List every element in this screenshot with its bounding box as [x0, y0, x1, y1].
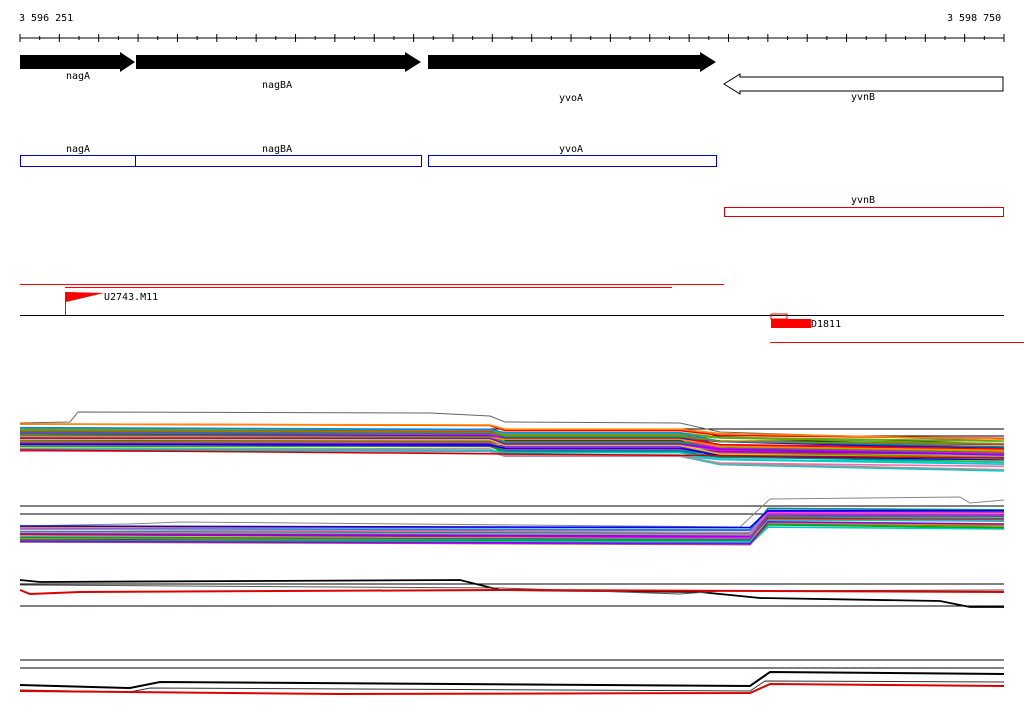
terminator-block[interactable]: [770, 313, 811, 328]
expression-profile-panel-4: [19, 659, 1005, 696]
operon-box-yvoa[interactable]: [428, 155, 717, 167]
gene-label-yvoa: yvoA: [559, 93, 584, 104]
operon-box-yvnb[interactable]: [724, 207, 1004, 217]
operon-box-naga[interactable]: [20, 155, 136, 167]
gene-arrow-nagba[interactable]: [136, 52, 421, 72]
profile-line: [19, 682, 1005, 696]
expression-profile-panel-1: [19, 411, 1005, 472]
expression-profile-panel-3: [19, 579, 1005, 608]
terminator-label: D1811: [811, 319, 842, 330]
operon-track: [20, 155, 1004, 217]
coordinate-axis: [19, 34, 1005, 42]
promoter-flag[interactable]: [65, 292, 105, 315]
expression-profile-panel-2: [19, 496, 1005, 546]
gene-label-yvnb: yvnB: [851, 92, 876, 103]
gene-label-nagba: nagBA: [262, 80, 293, 91]
gene-arrow-naga[interactable]: [20, 52, 135, 72]
genome-browser-view: [19, 34, 1024, 696]
gene-arrow-yvoa[interactable]: [428, 52, 716, 72]
coordinate-end: 3 598 750: [947, 13, 1002, 24]
feature-track: [20, 284, 1024, 343]
coordinate-start: 3 596 251: [19, 13, 74, 24]
gene-label-naga: nagA: [66, 71, 91, 82]
profile-line: [19, 588, 1005, 596]
operon-label-yvoa: yvoA: [559, 144, 584, 155]
operon-label-yvnb: yvnB: [851, 195, 876, 206]
operon-label-naga: nagA: [66, 144, 91, 155]
operon-box-nagba[interactable]: [135, 155, 422, 167]
gene-arrow-yvnb[interactable]: [723, 73, 1004, 95]
gene-track: [20, 52, 1004, 95]
operon-label-nagba: nagBA: [262, 144, 293, 155]
promoter-label: U2743.M11: [104, 292, 159, 303]
